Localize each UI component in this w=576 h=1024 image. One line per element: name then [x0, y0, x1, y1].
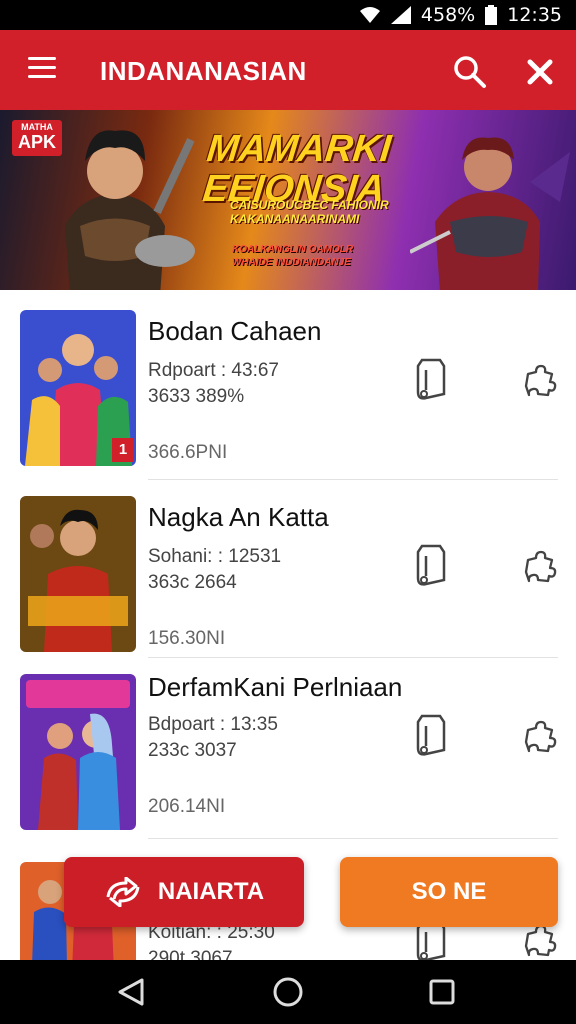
primary-action-label: NAIARTA — [157, 878, 265, 905]
banner-subtitle-line: KOALKANGLIN OAMOLR — [232, 244, 354, 255]
app-name: Bodan Cahaen — [148, 316, 322, 346]
back-icon — [118, 978, 144, 1006]
search-button[interactable] — [452, 54, 488, 90]
pin-button[interactable] — [522, 922, 558, 958]
app-name: DerfamKani Perlniaan — [148, 672, 403, 702]
app-thumbnail: 1 — [20, 310, 136, 466]
thumbnail-badge: 1 — [112, 438, 134, 462]
banner-title-line: MAMARKI — [204, 128, 394, 170]
download-button[interactable] — [410, 712, 450, 758]
list-item[interactable]: Nagka An Katta Sohani: : 12531 363c 2664… — [0, 476, 576, 662]
download-icon — [416, 358, 446, 400]
puzzle-icon — [524, 550, 557, 583]
close-icon — [527, 59, 553, 85]
refresh-icon — [106, 877, 140, 907]
app-thumbnail — [20, 674, 136, 830]
puzzle-icon — [524, 364, 557, 397]
app-thumbnail — [20, 496, 136, 652]
status-bar: 458% 12:35 — [0, 0, 576, 30]
pin-button[interactable] — [522, 548, 558, 584]
app-size: 156.30NI — [148, 628, 226, 649]
download-button[interactable] — [410, 542, 450, 588]
hero-right-illustration — [410, 137, 570, 290]
list-item[interactable]: DerfamKani Perlniaan Bdpoart : 13:35 233… — [0, 654, 576, 840]
app-title: INDANANASIAN — [100, 56, 307, 86]
app-meta-secondary: 290t 3067 — [148, 948, 233, 960]
secondary-action-label: SO NE — [411, 878, 487, 905]
close-button[interactable] — [522, 54, 558, 90]
apk-badge-label: APK — [18, 131, 57, 152]
wifi-icon — [359, 6, 381, 24]
recents-icon — [429, 979, 455, 1005]
primary-action-button[interactable]: NAIARTA — [64, 857, 304, 927]
app-meta-secondary: 233c 3037 — [148, 740, 237, 761]
pin-button[interactable] — [522, 362, 558, 398]
download-icon — [416, 544, 446, 586]
menu-icon-line — [28, 75, 56, 78]
signal-icon — [390, 6, 411, 24]
back-button[interactable] — [116, 976, 148, 1008]
app-size: 366.6PNI — [148, 442, 228, 463]
menu-icon-line — [28, 66, 56, 69]
divider — [148, 838, 558, 839]
download-button[interactable] — [410, 356, 450, 402]
download-icon — [416, 714, 446, 756]
app-name: Nagka An Katta — [148, 502, 329, 532]
app-meta-secondary: 3633 389% — [148, 386, 245, 407]
clock: 12:35 — [507, 4, 562, 26]
app-bar: INDANANASIAN — [0, 30, 576, 110]
battery-icon — [485, 5, 498, 25]
puzzle-icon — [524, 924, 557, 957]
puzzle-icon — [524, 720, 557, 753]
banner-subtitle-line: CAISUROUCBEC FAHIONIR — [230, 198, 389, 212]
menu-icon-line — [28, 57, 56, 60]
banner-subtitle-line: KAKANAANAARINAMI — [230, 212, 360, 227]
banner-subtitle-line: WHAIDE INDDIANDANJE — [232, 256, 351, 268]
app-meta-primary: Sohani: : 12531 — [148, 546, 282, 567]
home-button[interactable] — [272, 976, 304, 1008]
app-meta-primary: Bdpoart : 13:35 — [148, 714, 278, 735]
promo-banner[interactable]: MATHA APK MAMARKI EEIONSIA CAISUROUCBEC … — [0, 110, 576, 290]
apk-badge: MATHA APK — [12, 120, 63, 156]
recents-button[interactable] — [426, 976, 458, 1008]
app-meta-primary: Rdpoart : 43:67 — [148, 360, 279, 381]
secondary-action-button[interactable]: SO NE — [340, 857, 558, 927]
banner-subtitle: CAISUROUCBEC FAHIONIR KAKANAANAARINAMI — [230, 198, 420, 227]
battery-percent: 458% — [420, 4, 476, 26]
system-navigation-bar — [0, 960, 576, 1024]
list-item[interactable]: 1 Bodan Cahaen Rdpoart : 43:67 3633 389%… — [0, 290, 576, 480]
banner-subtitle-red: KOALKANGLIN OAMOLR WHAIDE INDDIANDANJE — [232, 244, 412, 269]
home-icon — [273, 977, 303, 1007]
menu-button[interactable] — [28, 57, 56, 83]
app-meta-secondary: 363c 2664 — [148, 572, 237, 593]
pin-button[interactable] — [522, 718, 558, 754]
search-icon — [454, 56, 486, 88]
app-size: 206.14NI — [148, 796, 226, 817]
